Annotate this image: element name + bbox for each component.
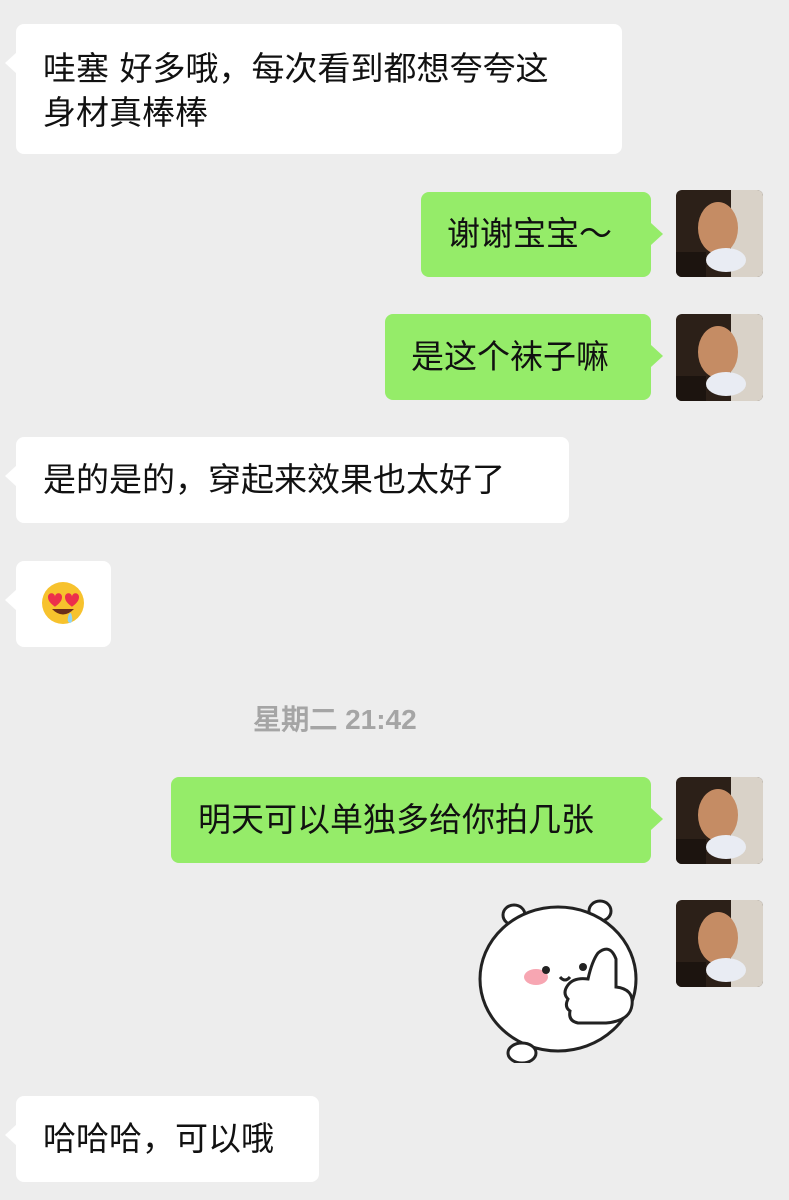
incoming-message-bubble[interactable]: 哈哈哈，可以哦 bbox=[5, 1096, 319, 1182]
message-text: 是这个袜子嘛 bbox=[411, 337, 609, 376]
own-avatar[interactable] bbox=[676, 900, 763, 987]
outgoing-message-bubble[interactable]: 谢谢宝宝～ bbox=[421, 192, 663, 277]
outgoing-message-bubble[interactable]: 明天可以单独多给你拍几张 bbox=[171, 777, 663, 863]
thumbs-up-bear-sticker[interactable] bbox=[478, 893, 654, 1065]
incoming-message-bubble[interactable]: 是的是的，穿起来效果也太好了 bbox=[5, 437, 569, 523]
outgoing-message-bubble[interactable]: 是这个袜子嘛 bbox=[385, 314, 663, 400]
message-text-line: 身材真棒棒 bbox=[43, 93, 208, 132]
message-timestamp: 星期二 21:42 bbox=[253, 704, 417, 735]
message-text: 是的是的，穿起来效果也太好了 bbox=[43, 460, 505, 499]
user-photo-icon bbox=[676, 777, 763, 864]
bear-thumbs-up-icon bbox=[478, 899, 638, 1065]
message-text: 谢谢宝宝～ bbox=[447, 214, 612, 253]
user-photo-icon bbox=[676, 190, 763, 277]
own-avatar[interactable] bbox=[676, 190, 763, 277]
message-text-line: 哇塞 好多哦，每次看到都想夸夸这 bbox=[43, 49, 549, 88]
incoming-emoji-bubble[interactable] bbox=[5, 561, 111, 647]
own-avatar[interactable] bbox=[676, 314, 763, 401]
message-text: 明天可以单独多给你拍几张 bbox=[198, 800, 594, 839]
user-photo-icon bbox=[676, 314, 763, 401]
incoming-message-bubble[interactable]: 哇塞 好多哦，每次看到都想夸夸这 身材真棒棒 bbox=[5, 24, 622, 154]
user-photo-icon bbox=[676, 900, 763, 987]
heart-eyes-emoji-icon bbox=[42, 582, 84, 624]
message-text: 哈哈哈，可以哦 bbox=[43, 1119, 274, 1158]
own-avatar[interactable] bbox=[676, 777, 763, 864]
